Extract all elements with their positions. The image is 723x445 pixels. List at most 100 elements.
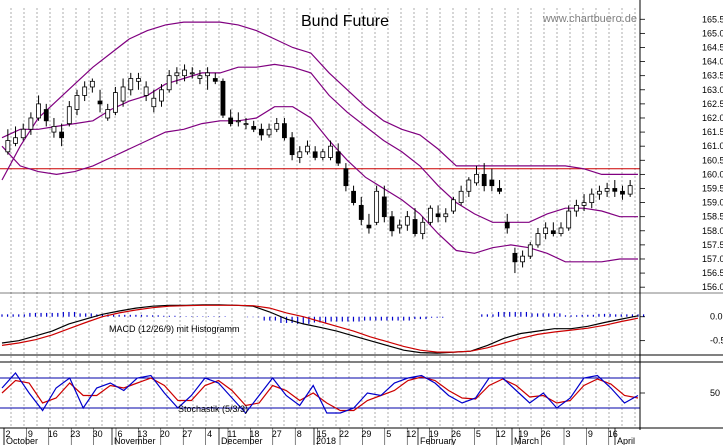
candle-up — [520, 255, 525, 263]
candle-up — [128, 78, 134, 91]
candle-down — [351, 190, 356, 203]
candle-up — [51, 126, 57, 133]
candle-up — [374, 190, 380, 223]
candle-down — [412, 219, 418, 234]
stoch-tick-label: 50 — [710, 388, 720, 398]
candle-up — [627, 185, 633, 195]
x-day-label: 3 — [565, 429, 570, 439]
candle-down — [612, 188, 618, 192]
macd-tick-label: 0.0 — [710, 312, 723, 322]
x-day-label: 22 — [339, 429, 349, 439]
candle-up — [428, 207, 433, 223]
candle-up — [205, 72, 210, 77]
candle-down — [381, 196, 387, 218]
x-day-label: 12 — [406, 429, 416, 439]
candle-down — [59, 131, 65, 139]
candle-up — [558, 227, 564, 235]
candle-up — [5, 140, 11, 153]
x-day-label: 26 — [541, 429, 551, 439]
bollinger-mid — [1, 63, 638, 223]
candle-up — [320, 151, 326, 158]
price-tick-label: 158.0 — [702, 226, 723, 236]
candle-up — [136, 78, 141, 82]
price-tick-label: 158.5 — [702, 212, 723, 222]
x-month-label: October — [6, 436, 38, 445]
x-month-label: March — [514, 436, 539, 445]
x-day-label: 16 — [48, 429, 58, 439]
candle-down — [258, 128, 264, 136]
candle-up — [66, 106, 72, 125]
candle-up — [328, 145, 333, 158]
price-panel — [0, 21, 640, 274]
candle-down — [489, 179, 495, 187]
x-day-label: 12 — [496, 429, 506, 439]
x-day-label: 5 — [476, 429, 481, 439]
candle-up — [466, 179, 472, 192]
candle-down — [481, 173, 487, 187]
macd-tick-label: -0.5 — [710, 336, 723, 346]
stochastic-panel — [0, 372, 640, 414]
price-tick-label: 156.5 — [702, 268, 723, 278]
candle-down — [212, 78, 218, 82]
candle-down — [282, 123, 287, 139]
x-day-label: 27 — [182, 429, 192, 439]
stochastic-label: Stochastik (5/3/3) — [178, 404, 248, 414]
x-day-label: 27 — [272, 429, 282, 439]
x-day-label: 8 — [297, 429, 302, 439]
candle-up — [189, 72, 195, 75]
candle-up — [166, 75, 172, 91]
chart-root: 165.5 165.0 164.5 164.0 163.5 163.0 162.5 162.0… — [0, 0, 723, 445]
candle-up — [604, 188, 610, 192]
candle-up — [13, 137, 18, 144]
candle-up — [266, 128, 272, 136]
candle-up — [274, 123, 280, 130]
x-day-label: 30 — [93, 429, 103, 439]
bollinger-lower — [1, 106, 638, 263]
price-tick-label: 156.0 — [702, 282, 723, 292]
macd-label: MACD (12/26/9) mit Histogramm — [109, 324, 240, 334]
price-tick-label: 164.0 — [702, 57, 723, 67]
candle-down — [251, 126, 257, 130]
macd-signal-line — [1, 304, 639, 353]
grid-layer — [10, 8, 636, 428]
price-tick-label: 164.5 — [702, 42, 723, 52]
candle-up — [474, 173, 479, 184]
candle-up — [235, 120, 241, 123]
candle-up — [589, 193, 595, 203]
candle-up — [243, 123, 249, 126]
x-day-label: 5 — [386, 429, 391, 439]
candle-up — [566, 210, 572, 229]
candle-up — [581, 202, 587, 206]
candle-up — [74, 95, 80, 110]
candle-up — [182, 69, 187, 77]
x-day-label: 9 — [588, 429, 593, 439]
bund-future-chart: 165.5 165.0 164.5 164.0 163.5 163.0 162.5 162.0… — [0, 0, 723, 445]
candle-up — [89, 80, 95, 88]
x-day-label: 29 — [361, 429, 371, 439]
candle-up — [305, 145, 310, 153]
price-tick-label: 159.5 — [702, 183, 723, 193]
price-tick-label: 157.5 — [702, 240, 723, 250]
candle-down — [504, 221, 510, 229]
candle-down — [435, 213, 441, 218]
candle-up — [82, 86, 88, 96]
price-tick-label: 163.0 — [702, 85, 723, 95]
candle-down — [550, 230, 556, 234]
macd-line — [1, 304, 639, 354]
price-tick-label: 165.5 — [702, 14, 723, 24]
candle-down — [366, 224, 372, 229]
x-month-label: 2018 — [316, 436, 336, 445]
candle-up — [36, 103, 41, 119]
candle-up — [143, 86, 149, 96]
price-tick-label: 157.0 — [702, 254, 723, 264]
x-month-label: February — [420, 436, 457, 445]
price-tick-label: 161.0 — [702, 141, 723, 151]
price-tick-label: 162.5 — [702, 99, 723, 109]
candle-up — [113, 92, 118, 113]
candle-up — [397, 224, 403, 229]
x-day-label: 4 — [207, 429, 212, 439]
price-tick-label: 161.5 — [702, 127, 723, 137]
price-tick-label: 160.0 — [702, 169, 723, 179]
candle-up — [404, 216, 410, 226]
x-month-label: November — [114, 436, 156, 445]
